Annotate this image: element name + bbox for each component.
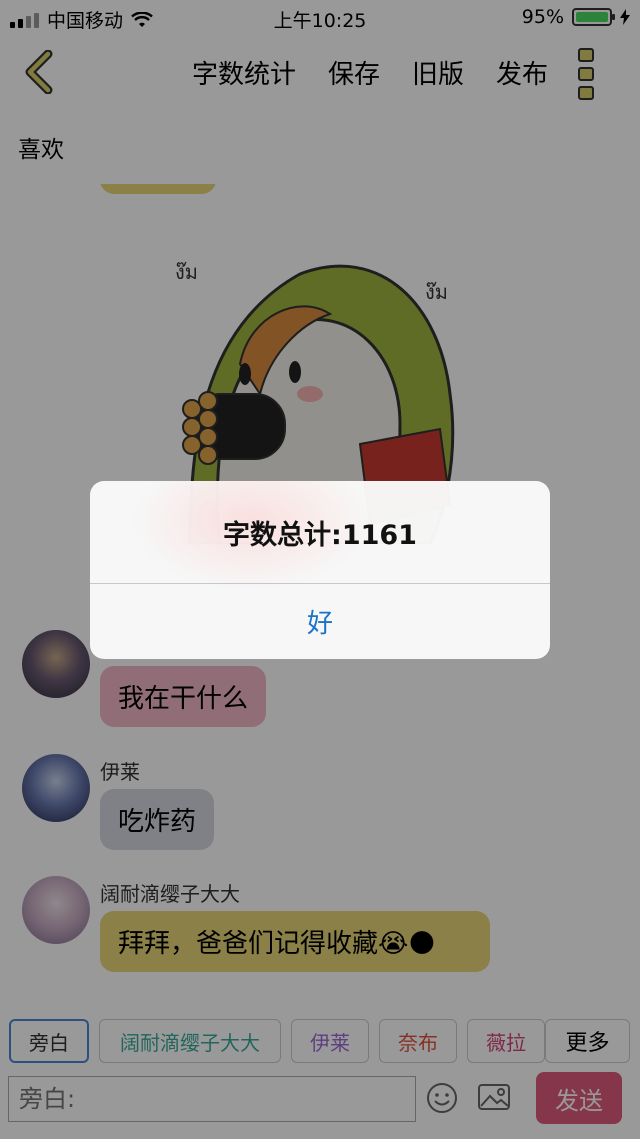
dialog-title: 字数总计:1161 [223, 520, 417, 551]
dialog-ok-button[interactable]: 好 [90, 584, 550, 659]
word-count-dialog: 字数总计:1161 好 [90, 481, 550, 659]
